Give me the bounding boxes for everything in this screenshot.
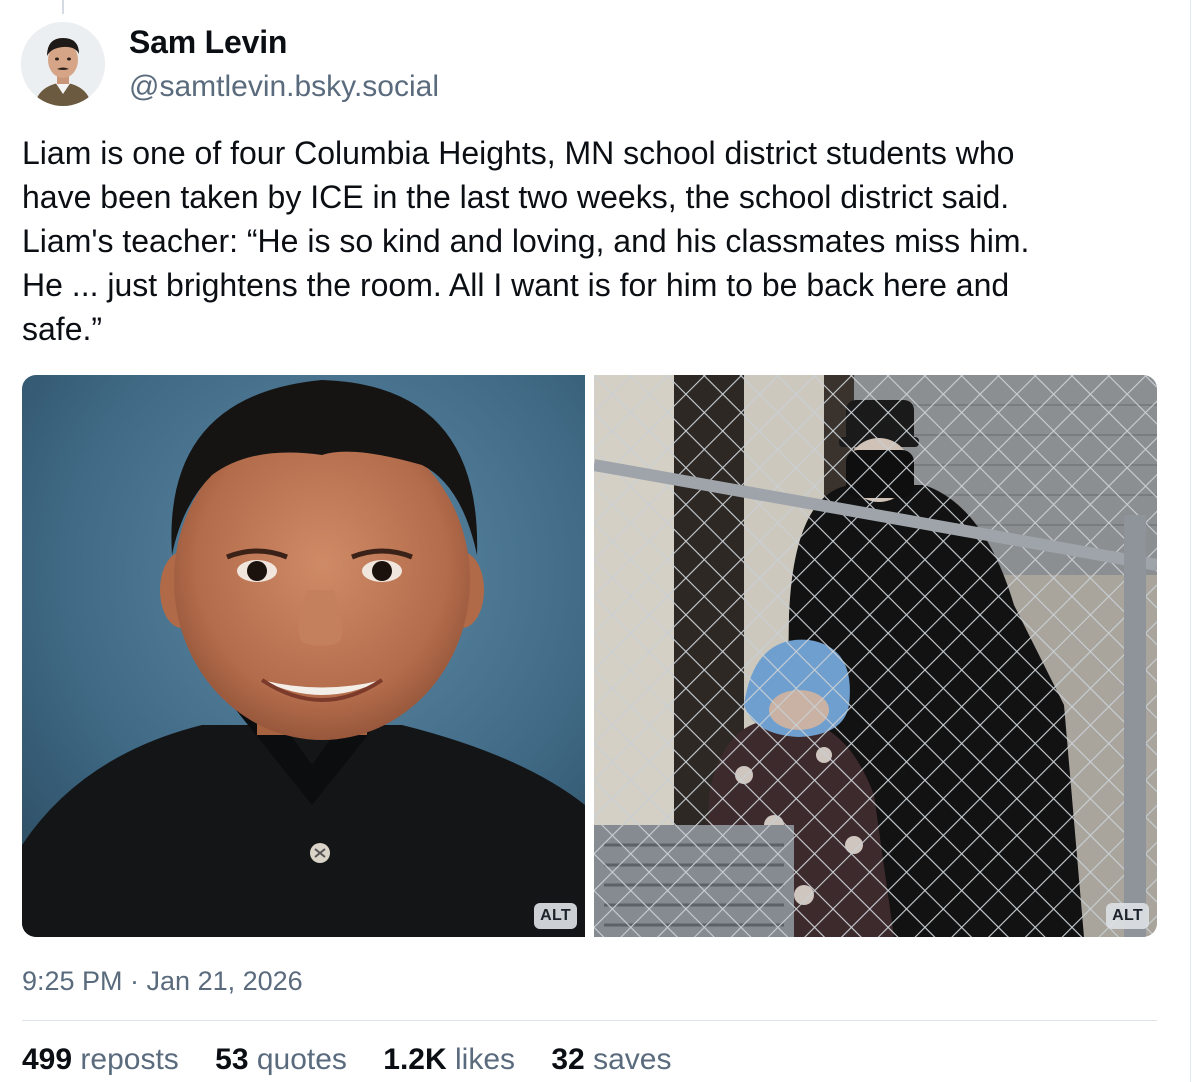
post-timestamp[interactable]: 9:25 PM · Jan 21, 2026 [22, 966, 303, 997]
post-text-line: have been taken by ICE in the last two w… [22, 179, 1010, 215]
author-handle[interactable]: @samtlevin.bsky.social [129, 70, 439, 104]
post-text-line: Liam's teacher: “He is so kind and lovin… [22, 223, 1030, 259]
avatar[interactable] [21, 22, 105, 106]
avatar-image [21, 22, 105, 106]
stat-label: saves [593, 1043, 672, 1076]
alt-text-button[interactable]: ALT [534, 903, 577, 929]
thread-line [62, 0, 64, 14]
stat-label: likes [455, 1043, 516, 1076]
post-text-line: He ... just brightens the room. All I wa… [22, 267, 1010, 303]
fence-scene-photo [594, 375, 1157, 937]
stat-label: quotes [256, 1043, 347, 1076]
post-image-portrait[interactable]: ALT [22, 375, 585, 937]
stat-count: 499 [22, 1043, 73, 1076]
stat-reposts[interactable]: 499 reposts [22, 1043, 179, 1077]
stat-count: 1.2K [383, 1043, 447, 1076]
stat-label: reposts [80, 1043, 179, 1076]
stat-likes[interactable]: 1.2K likes [383, 1043, 515, 1077]
alt-text-button[interactable]: ALT [1106, 903, 1149, 929]
stat-count: 53 [215, 1043, 249, 1076]
post-media: ALT ALT [22, 375, 1157, 937]
post-text-line: safe.” [22, 311, 103, 347]
post-image-fence-scene[interactable]: ALT [594, 375, 1157, 937]
card-border [1190, 0, 1191, 1082]
post-text: Liam is one of four Columbia Heights, MN… [22, 131, 1162, 351]
divider [22, 1020, 1157, 1021]
author-display-name[interactable]: Sam Levin [129, 24, 287, 61]
engagement-stats: 499 reposts 53 quotes 1.2K likes 32 save… [22, 1043, 699, 1077]
stat-quotes[interactable]: 53 quotes [215, 1043, 347, 1077]
post-text-line: Liam is one of four Columbia Heights, MN… [22, 135, 1015, 171]
stat-saves[interactable]: 32 saves [551, 1043, 671, 1077]
portrait-photo [22, 375, 585, 937]
stat-count: 32 [551, 1043, 585, 1076]
